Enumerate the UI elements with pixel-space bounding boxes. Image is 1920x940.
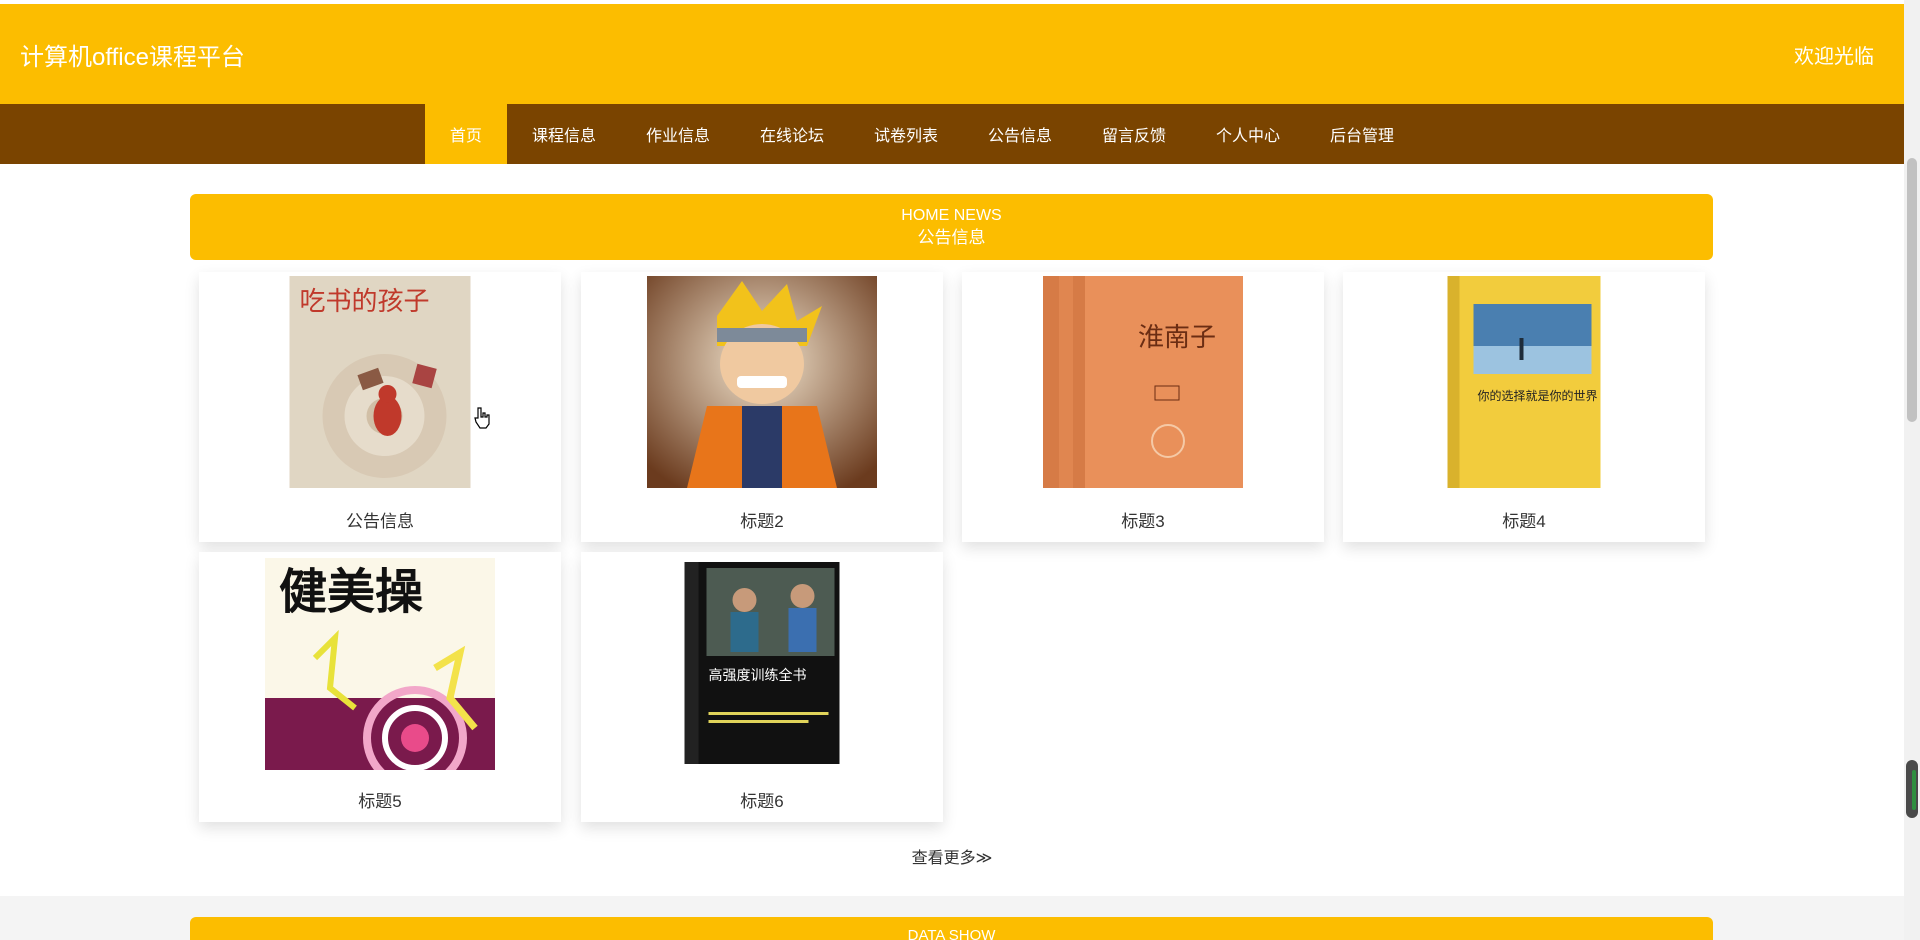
- news-card[interactable]: 吃书的孩子 公告信息: [199, 272, 561, 542]
- nav-item-announcements[interactable]: 公告信息: [963, 104, 1077, 164]
- nav-item-exams[interactable]: 试卷列表: [849, 104, 963, 164]
- card-title[interactable]: 标题5: [199, 787, 561, 812]
- welcome-text: 欢迎光临: [1794, 45, 1874, 68]
- site-header: 计算机office课程平台 欢迎光临: [0, 4, 1904, 104]
- data-title-en: DATA SHOW: [907, 927, 996, 940]
- card-image[interactable]: 你的选择就是你的世界: [1447, 276, 1601, 488]
- book-cover-image: 高强度训练全书: [684, 562, 840, 764]
- card-image[interactable]: 吃书的孩子: [289, 276, 471, 488]
- news-card[interactable]: 健美操 标题5: [199, 552, 561, 822]
- data-section-banner: DATA SHOW: [190, 917, 1713, 940]
- view-more-link[interactable]: 查看更多≫: [0, 844, 1904, 868]
- site-title[interactable]: 计算机office课程平台: [20, 37, 245, 72]
- nav-item-forum[interactable]: 在线论坛: [735, 104, 849, 164]
- news-title-cn: 公告信息: [917, 228, 986, 247]
- news-card[interactable]: 标题2: [581, 272, 943, 542]
- news-title-en: HOME NEWS: [901, 207, 1002, 224]
- nav-item-homework[interactable]: 作业信息: [621, 104, 735, 164]
- book-cover-image: 吃书的孩子: [289, 276, 471, 488]
- news-card[interactable]: 高强度训练全书 标题6: [581, 552, 943, 822]
- scroll-indicator-bar: [1912, 770, 1916, 810]
- cover-text: 吃书的孩子: [300, 287, 430, 317]
- news-section-banner: HOME NEWS 公告信息: [190, 194, 1713, 260]
- nav-item-admin[interactable]: 后台管理: [1305, 104, 1419, 164]
- card-image[interactable]: [647, 276, 877, 488]
- scrollbar-thumb[interactable]: [1907, 158, 1917, 422]
- card-image[interactable]: 高强度训练全书: [684, 562, 840, 774]
- card-title[interactable]: 标题2: [581, 507, 943, 532]
- nav-item-home[interactable]: 首页: [424, 104, 507, 164]
- anime-illustration-image: [647, 276, 877, 488]
- cover-text: 你的选择就是你的世界: [1478, 388, 1598, 403]
- nav-item-profile[interactable]: 个人中心: [1191, 104, 1305, 164]
- card-image[interactable]: 淮南子: [1043, 276, 1243, 488]
- nav-item-feedback[interactable]: 留言反馈: [1077, 104, 1191, 164]
- card-image[interactable]: 健美操: [265, 558, 495, 770]
- card-title[interactable]: 标题6: [581, 787, 943, 812]
- card-title[interactable]: 标题3: [962, 507, 1324, 532]
- book-cover-image: 淮南子: [1043, 276, 1243, 488]
- news-card[interactable]: 你的选择就是你的世界 标题4: [1343, 272, 1705, 542]
- card-title[interactable]: 标题4: [1343, 507, 1705, 532]
- cover-text: 淮南子: [1138, 323, 1216, 353]
- cover-text: 高强度训练全书: [709, 667, 807, 684]
- nav-item-courses[interactable]: 课程信息: [507, 104, 621, 164]
- cover-text: 健美操: [279, 564, 423, 620]
- news-card[interactable]: 淮南子 标题3: [962, 272, 1324, 542]
- hand-cursor-icon: [474, 407, 490, 429]
- card-title[interactable]: 公告信息: [199, 507, 561, 532]
- main-nav: 首页 课程信息 作业信息 在线论坛 试卷列表 公告信息 留言反馈 个人中心 后台…: [0, 104, 1904, 164]
- book-cover-image: 你的选择就是你的世界: [1447, 276, 1601, 488]
- book-cover-image: 健美操: [265, 558, 495, 770]
